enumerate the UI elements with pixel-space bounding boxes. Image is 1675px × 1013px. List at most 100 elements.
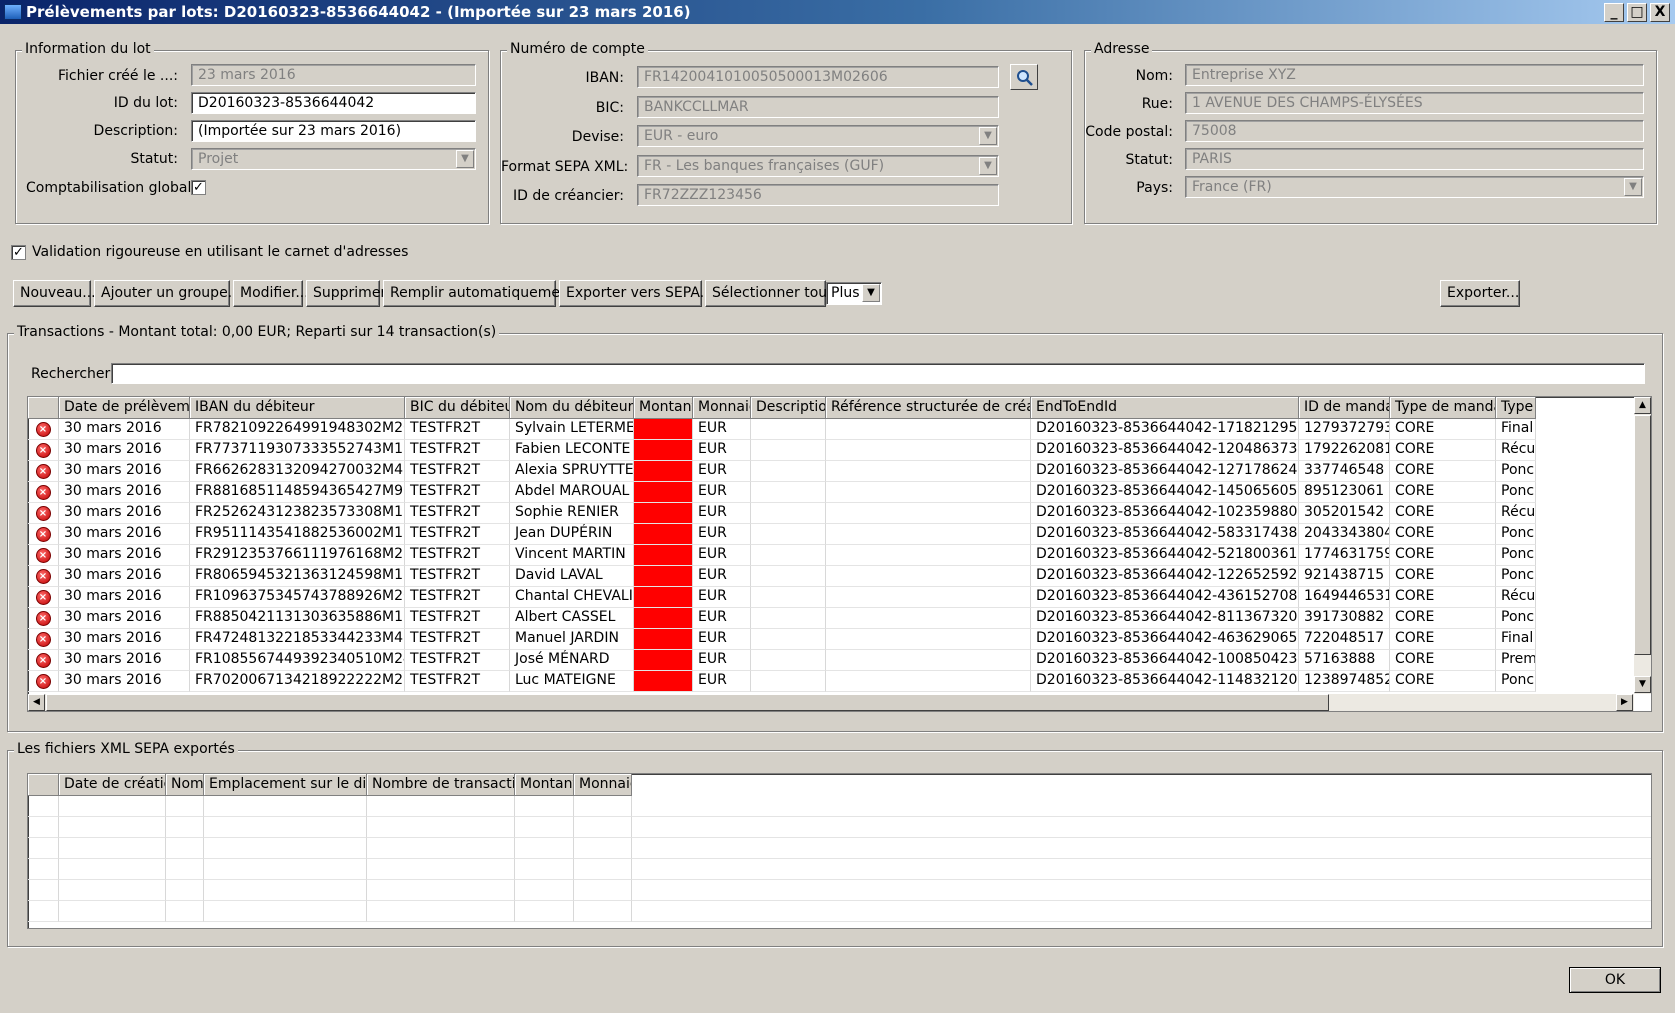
cell-filler bbox=[632, 859, 1651, 880]
ex-col-2[interactable]: Nom bbox=[166, 774, 204, 796]
export-button[interactable]: Exporter... bbox=[1440, 280, 1520, 307]
tx-col-8[interactable]: Référence structurée de créancier bbox=[826, 397, 1031, 419]
postal-code-field: 75008 bbox=[1185, 120, 1644, 142]
ex-col-1[interactable]: Date de création bbox=[59, 774, 166, 796]
scroll-down-icon[interactable]: ▼ bbox=[1634, 676, 1651, 693]
ex-col-selector[interactable] bbox=[28, 774, 59, 796]
table-row[interactable]: × 30 mars 2016FR7821092264991948302M20000… bbox=[28, 419, 1536, 440]
close-button[interactable]: X bbox=[1650, 3, 1670, 22]
autofill-button[interactable]: Remplir automatiquement bbox=[383, 280, 574, 307]
exported-files-table-header: Date de créationNomEmplacement sur le di… bbox=[28, 774, 632, 796]
cell-name: Luc MATEIGNE bbox=[510, 671, 634, 692]
cell-type: Ponc bbox=[1496, 566, 1536, 587]
tx-col-12[interactable]: Type bbox=[1496, 397, 1536, 419]
error-icon: × bbox=[35, 422, 51, 437]
horizontal-scroll-thumb[interactable] bbox=[46, 694, 1329, 711]
cell-creation-date bbox=[59, 817, 166, 838]
error-icon: × bbox=[35, 443, 51, 458]
cell-bic: TESTFR2T bbox=[405, 524, 510, 545]
search-input[interactable] bbox=[111, 363, 1645, 384]
transactions-vertical-scrollbar[interactable]: ▲ ▼ bbox=[1634, 397, 1651, 694]
lot-id-input[interactable]: D20160323-8536644042 bbox=[191, 92, 476, 114]
chevron-down-icon: ▼ bbox=[456, 150, 474, 168]
cell-type: Ponc bbox=[1496, 461, 1536, 482]
strict-validation-checkbox[interactable]: ✓ bbox=[11, 245, 26, 260]
cell-currency: EUR bbox=[693, 419, 751, 440]
creditor-id-label: ID de créancier: bbox=[513, 188, 624, 204]
cell-bic: TESTFR2T bbox=[405, 566, 510, 587]
transactions-table-body: ×30 mars 2016FR7821092264991948302M20000… bbox=[28, 419, 1536, 692]
table-row[interactable]: × 30 mars 2016FR4724813221853344233M41400… bbox=[28, 629, 1536, 650]
cell-end-to-end-id: D20160323-8536644042-12265259258665 bbox=[1031, 566, 1299, 587]
cell-creditor-ref bbox=[826, 440, 1031, 461]
table-row[interactable]: × 30 mars 2016FR2912353766111976168M25600… bbox=[28, 545, 1536, 566]
edit-button[interactable]: Modifier... bbox=[233, 280, 309, 307]
table-row[interactable]: × 30 mars 2016FR2526243123823573308M16500… bbox=[28, 503, 1536, 524]
cell-creditor-ref bbox=[826, 650, 1031, 671]
transactions-horizontal-scrollbar[interactable]: ◀ ▶ bbox=[28, 694, 1634, 711]
cell-iban: FR4724813221853344233M41400 bbox=[190, 629, 405, 650]
cell-mandate-type: CORE bbox=[1390, 482, 1496, 503]
ex-col-5[interactable]: Montant bbox=[515, 774, 574, 796]
tx-col-5[interactable]: Montant bbox=[634, 397, 693, 419]
tx-col-1[interactable]: Date de prélèvement bbox=[59, 397, 190, 419]
scroll-up-icon[interactable]: ▲ bbox=[1634, 397, 1651, 414]
cell-creditor-ref bbox=[826, 629, 1031, 650]
ok-button[interactable]: OK bbox=[1569, 967, 1661, 993]
tx-col-10[interactable]: ID de mandat bbox=[1299, 397, 1390, 419]
table-row[interactable]: × 30 mars 2016FR6626283132094270032M41300… bbox=[28, 461, 1536, 482]
cell-disk-location bbox=[204, 880, 367, 901]
cell-amount bbox=[634, 482, 693, 503]
cell-creditor-ref bbox=[826, 482, 1031, 503]
cell-type: Prem bbox=[1496, 650, 1536, 671]
select-all-button[interactable]: Sélectionner tous bbox=[705, 280, 834, 307]
table-row[interactable]: × 30 mars 2016FR7737119307333552743M13900… bbox=[28, 440, 1536, 461]
cell-amount bbox=[515, 817, 574, 838]
ex-col-4[interactable]: Nombre de transactions bbox=[367, 774, 515, 796]
table-row[interactable]: × 30 mars 2016FR8065945321363124598M12900… bbox=[28, 566, 1536, 587]
maximize-button[interactable]: □ bbox=[1627, 3, 1647, 22]
creditor-id-field: FR72ZZZ123456 bbox=[637, 184, 999, 206]
tx-col-2[interactable]: IBAN du débiteur bbox=[190, 397, 405, 419]
tx-col-3[interactable]: BIC du débiteur bbox=[405, 397, 510, 419]
scroll-left-icon[interactable]: ◀ bbox=[28, 694, 45, 711]
iban-lookup-button[interactable] bbox=[1010, 64, 1038, 90]
description-input[interactable]: (Importée sur 23 mars 2016) bbox=[191, 120, 476, 142]
delete-button[interactable]: Supprimer bbox=[306, 280, 386, 307]
ex-col-6[interactable]: Monnaie bbox=[574, 774, 632, 796]
cell-name bbox=[166, 880, 204, 901]
more-select[interactable]: Plus ▼ bbox=[826, 282, 882, 305]
cell-transaction-count bbox=[367, 817, 515, 838]
cell-filler bbox=[632, 796, 1651, 817]
table-row[interactable]: × 30 mars 2016FR7020067134218922222M28300… bbox=[28, 671, 1536, 692]
tx-col-9[interactable]: EndToEndId bbox=[1031, 397, 1299, 419]
cell-mandate-type: CORE bbox=[1390, 503, 1496, 524]
tx-col-4[interactable]: Nom du débiteur bbox=[510, 397, 634, 419]
new-button[interactable]: Nouveau... bbox=[13, 280, 96, 307]
vertical-scroll-thumb[interactable] bbox=[1634, 415, 1651, 655]
table-row[interactable]: × 30 mars 2016FR9511143541882536002M11800… bbox=[28, 524, 1536, 545]
title-bar[interactable]: Prélèvements par lots: D20160323-8536644… bbox=[0, 0, 1675, 24]
exported-files-title: Les fichiers XML SEPA exportés bbox=[14, 741, 238, 757]
table-row[interactable]: × 30 mars 2016FR8850421131303635886M13400… bbox=[28, 608, 1536, 629]
tx-col-selector[interactable] bbox=[28, 397, 59, 419]
table-row[interactable]: × 30 mars 2016FR1085567449392340510M24600… bbox=[28, 650, 1536, 671]
export-sepa-button[interactable]: Exporter vers SEPA... bbox=[559, 280, 713, 307]
tx-col-6[interactable]: Monnaie bbox=[693, 397, 751, 419]
ex-col-3[interactable]: Emplacement sur le disque bbox=[204, 774, 367, 796]
table-row[interactable]: × 30 mars 2016FR8816851148594365427M92800… bbox=[28, 482, 1536, 503]
chevron-down-icon[interactable]: ▼ bbox=[862, 284, 880, 302]
cell-disk-location bbox=[204, 838, 367, 859]
cell-amount bbox=[634, 629, 693, 650]
tx-col-11[interactable]: Type de mandat bbox=[1390, 397, 1496, 419]
bic-field: BANKCCLLMAR bbox=[637, 96, 999, 118]
cell-end-to-end-id: D20160323-8536644042-10085042305789 bbox=[1031, 650, 1299, 671]
table-row[interactable]: × 30 mars 2016FR1096375345743788926M20600… bbox=[28, 587, 1536, 608]
app-icon bbox=[4, 4, 22, 20]
scroll-right-icon[interactable]: ▶ bbox=[1616, 694, 1633, 711]
minimize-button[interactable]: _ bbox=[1604, 3, 1624, 22]
tx-col-7[interactable]: Description bbox=[751, 397, 826, 419]
cell-mandate-id: 722048517 bbox=[1299, 629, 1390, 650]
add-group-button[interactable]: Ajouter un groupe... bbox=[94, 280, 241, 307]
global-accounting-checkbox[interactable]: ✓ bbox=[191, 180, 206, 195]
